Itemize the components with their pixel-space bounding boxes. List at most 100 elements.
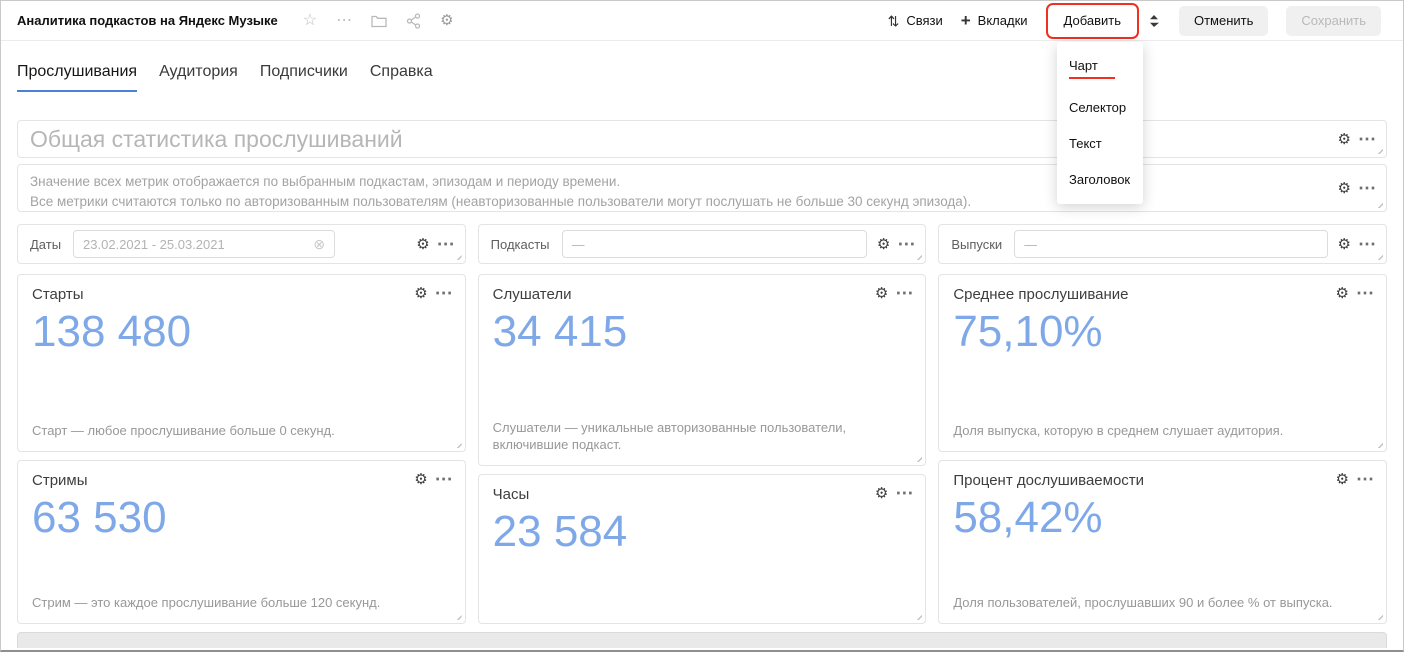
menu-item-header[interactable]: Заголовок [1057, 161, 1143, 197]
clear-icon[interactable]: ⊗ [313, 237, 325, 251]
widget-menu-icon[interactable]: ⋯ [1358, 179, 1376, 197]
stat-card-avg-listen: ⚙ ⋯ Среднее прослушивание 75,10% Доля вы… [938, 274, 1387, 452]
links-arrows-icon: ⇅ [888, 14, 900, 28]
add-split-toggle[interactable] [1147, 6, 1161, 36]
resize-handle[interactable] [913, 611, 922, 620]
add-dropdown-menu: Чарт Селектор Текст Заголовок [1057, 42, 1143, 204]
tab-spravka[interactable]: Справка [370, 63, 433, 92]
widget-controls: ⚙ ⋯ [414, 470, 452, 488]
selector-podcasts: Подкасты — ⚙ ⋯ [478, 224, 927, 264]
stat-card-completion: ⚙ ⋯ Процент дослушиваемости 58,42% Доля … [938, 460, 1387, 624]
card-value: 63 530 [32, 493, 451, 544]
widget-menu-icon[interactable]: ⋯ [897, 235, 915, 253]
resize-handle[interactable] [913, 453, 922, 462]
widget-menu-icon[interactable]: ⋯ [435, 284, 453, 302]
menu-item-chart[interactable]: Чарт [1057, 47, 1143, 89]
widget-controls: ⚙ ⋯ [1336, 284, 1374, 302]
widget-settings-icon[interactable]: ⚙ [1336, 472, 1349, 487]
resize-handle[interactable] [1374, 611, 1383, 620]
save-button[interactable]: Сохранить [1286, 6, 1381, 36]
widget-settings-icon[interactable]: ⚙ [1336, 286, 1349, 301]
dashboard-tabs: Прослушивания Аудитория Подписчики Справ… [1, 41, 1403, 92]
widget-controls: ⚙ ⋯ [1338, 179, 1376, 197]
folder-icon[interactable] [371, 14, 387, 28]
card-title: Слушатели [493, 286, 912, 303]
card-footer: Слушатели — уникальные авторизованные по… [493, 419, 900, 454]
widget-settings-icon[interactable]: ⚙ [877, 237, 890, 252]
widget-settings-icon[interactable]: ⚙ [414, 286, 427, 301]
widget-controls: ⚙ ⋯ [877, 235, 915, 253]
widget-controls: ⚙ ⋯ [875, 484, 913, 502]
widget-menu-icon[interactable]: ⋯ [895, 284, 913, 302]
card-value: 138 480 [32, 307, 451, 358]
widget-settings-icon[interactable]: ⚙ [416, 237, 429, 252]
tab-podpischiki[interactable]: Подписчики [260, 63, 348, 92]
menu-item-selector[interactable]: Селектор [1057, 89, 1143, 125]
links-button[interactable]: ⇅ Связи [888, 13, 943, 28]
widget-menu-icon[interactable]: ⋯ [437, 235, 455, 253]
widget-settings-icon[interactable]: ⚙ [414, 472, 427, 487]
widget-controls: ⚙ ⋯ [1336, 470, 1374, 488]
share-icon[interactable] [406, 13, 421, 29]
add-tab-button[interactable]: + Вкладки [961, 12, 1028, 29]
widget-controls: ⚙ ⋯ [875, 284, 913, 302]
add-button[interactable]: Добавить [1049, 6, 1136, 36]
stat-card-streams: ⚙ ⋯ Стримы 63 530 Стрим — это каждое про… [17, 460, 466, 624]
widget-menu-icon[interactable]: ⋯ [1356, 284, 1374, 302]
menu-item-text[interactable]: Текст [1057, 125, 1143, 161]
podcasts-select[interactable]: — [562, 230, 868, 258]
resize-handle[interactable] [453, 439, 462, 448]
cancel-button[interactable]: Отменить [1179, 6, 1268, 36]
card-title: Среднее прослушивание [953, 286, 1372, 303]
selector-dates: Даты 23.02.2021 - 25.03.2021 ⊗ ⚙ ⋯ [17, 224, 466, 264]
card-footer: Стрим — это каждое прослушивание больше … [32, 594, 439, 612]
stat-card-listeners: ⚙ ⋯ Слушатели 34 415 Слушатели — уникаль… [478, 274, 927, 466]
up-down-carets-icon [1149, 14, 1159, 28]
card-title: Часы [493, 486, 912, 503]
episodes-value: — [1024, 237, 1037, 252]
widget-menu-icon[interactable]: ⋯ [435, 470, 453, 488]
favorite-star-icon[interactable]: ☆ [303, 13, 317, 29]
widget-settings-icon[interactable]: ⚙ [875, 486, 888, 501]
tab-proslushivaniya[interactable]: Прослушивания [17, 63, 137, 92]
widget-menu-icon[interactable]: ⋯ [1356, 470, 1374, 488]
card-value: 34 415 [493, 307, 912, 358]
widget-menu-icon[interactable]: ⋯ [895, 484, 913, 502]
selectors-row: Даты 23.02.2021 - 25.03.2021 ⊗ ⚙ ⋯ Подка… [17, 224, 1387, 264]
stat-card-starts: ⚙ ⋯ Старты 138 480 Старт — любое прослуш… [17, 274, 466, 452]
card-title: Стримы [32, 472, 451, 489]
widget-menu-icon[interactable]: ⋯ [1358, 235, 1376, 253]
resize-handle[interactable] [1374, 439, 1383, 448]
card-value: 75,10% [953, 307, 1372, 358]
podcasts-value: — [572, 237, 585, 252]
widget-settings-icon[interactable]: ⚙ [1338, 181, 1351, 196]
resize-handle[interactable] [453, 611, 462, 620]
dashboard-app: Аналитика подкастов на Яндекс Музыке ☆ ⋯… [0, 0, 1404, 652]
episodes-select[interactable]: — [1014, 230, 1328, 258]
widget-controls: ⚙ ⋯ [414, 284, 452, 302]
dashboard-body: Общая статистика прослушиваний ⚙ ⋯ Значе… [1, 120, 1403, 648]
widget-settings-icon[interactable]: ⚙ [1338, 237, 1351, 252]
section-title: Общая статистика прослушиваний [30, 126, 403, 153]
widget-menu-icon[interactable]: ⋯ [1358, 130, 1376, 148]
selector-label: Выпуски [951, 237, 1002, 252]
card-title: Процент дослушиваемости [953, 472, 1372, 489]
date-range-input[interactable]: 23.02.2021 - 25.03.2021 ⊗ [73, 230, 335, 258]
document-title: Аналитика подкастов на Яндекс Музыке [17, 13, 278, 28]
tab-auditoriya[interactable]: Аудитория [159, 63, 238, 92]
card-footer: Доля выпуска, которую в среднем слушает … [953, 422, 1360, 440]
settings-gear-icon[interactable]: ⚙ [440, 13, 453, 28]
widget-settings-icon[interactable]: ⚙ [1338, 132, 1351, 147]
toolbar: Аналитика подкастов на Яндекс Музыке ☆ ⋯… [1, 1, 1403, 41]
card-footer: Доля пользователей, прослушавших 90 и бо… [953, 594, 1360, 612]
widget-controls: ⚙ ⋯ [1338, 130, 1376, 148]
card-value: 23 584 [493, 507, 912, 558]
card-title: Старты [32, 286, 451, 303]
stat-cards-grid: ⚙ ⋯ Старты 138 480 Старт — любое прослуш… [17, 274, 1387, 624]
selector-episodes: Выпуски — ⚙ ⋯ [938, 224, 1387, 264]
resize-handle[interactable] [1374, 199, 1383, 208]
more-options-icon[interactable]: ⋯ [336, 13, 352, 29]
selector-label: Подкасты [491, 237, 550, 252]
stat-card-hours: ⚙ ⋯ Часы 23 584 [478, 474, 927, 624]
widget-settings-icon[interactable]: ⚙ [875, 286, 888, 301]
